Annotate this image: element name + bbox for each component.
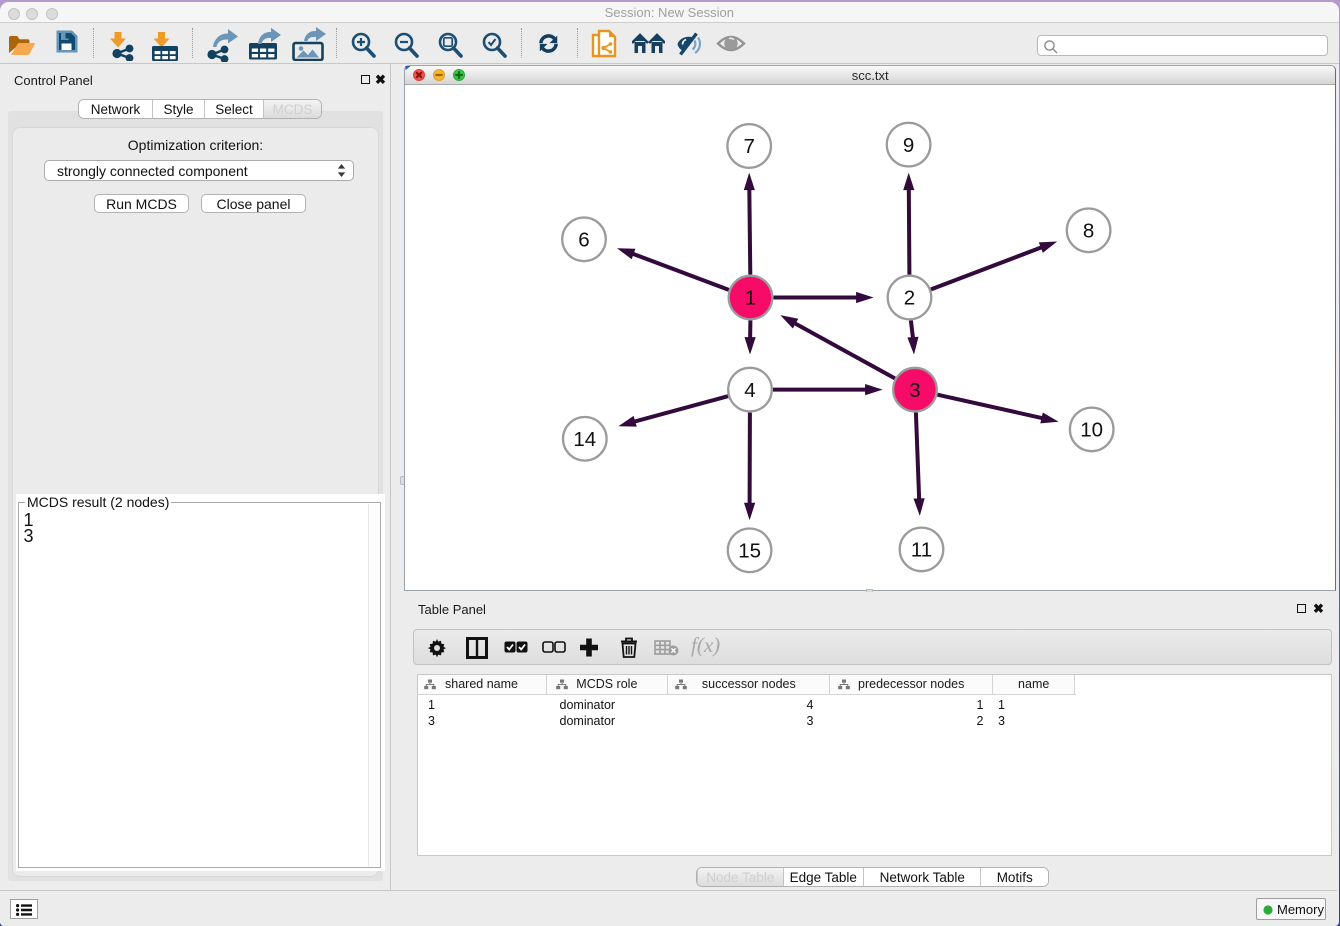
svg-text:7: 7	[744, 135, 755, 158]
svg-text:6: 6	[578, 229, 589, 252]
svg-text:2: 2	[904, 287, 915, 310]
svg-text:15: 15	[738, 540, 761, 563]
svg-text:4: 4	[744, 379, 755, 402]
svg-text:14: 14	[573, 428, 596, 451]
svg-text:1: 1	[745, 287, 756, 310]
svg-text:11: 11	[911, 539, 932, 562]
svg-text:3: 3	[909, 379, 920, 402]
svg-text:10: 10	[1080, 419, 1103, 442]
svg-text:8: 8	[1083, 220, 1094, 243]
svg-text:9: 9	[903, 134, 914, 157]
